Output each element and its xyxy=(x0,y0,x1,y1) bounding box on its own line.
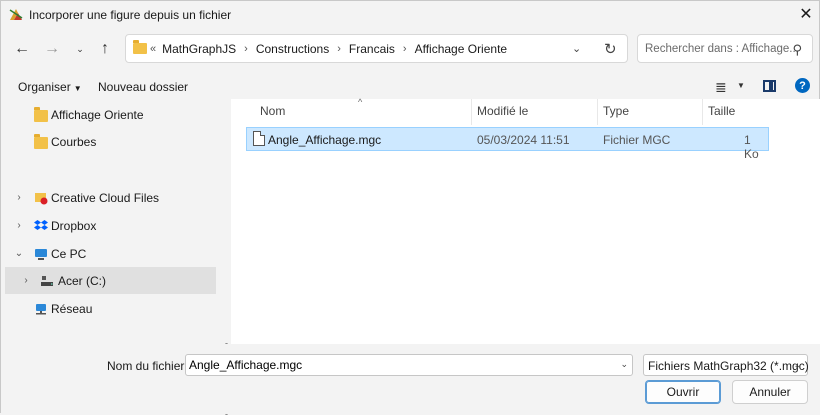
address-bar[interactable]: « MathGraphJS › Constructions › Francais… xyxy=(125,34,628,63)
close-icon: ✕ xyxy=(799,6,813,23)
breadcrumb: « MathGraphJS › Constructions › Francais… xyxy=(150,42,507,56)
file-type-value: Fichiers MathGraph32 (*.mgc) xyxy=(648,359,809,373)
chevron-down-icon[interactable]: ⌄ xyxy=(572,42,581,55)
file-size: 1 Ko xyxy=(744,133,759,161)
sidebar-item-affichage-oriente[interactable]: Affichage Oriente xyxy=(5,101,216,128)
open-label: Ouvrir xyxy=(666,385,700,399)
chevron-right-icon[interactable]: › xyxy=(403,43,407,55)
chevron-down-icon: ⌄ xyxy=(793,360,801,370)
forward-button[interactable]: → xyxy=(41,39,63,59)
sidebar-item-ce-pc[interactable]: ⌄ Ce PC xyxy=(5,240,216,267)
filename-input[interactable] xyxy=(189,357,609,373)
chevron-right-icon[interactable]: › xyxy=(13,220,25,231)
network-icon xyxy=(34,302,48,316)
refresh-icon[interactable]: ↻ xyxy=(604,40,617,58)
file-list: ^ Nom Modifié le Type Taille Angle_Affic… xyxy=(231,97,820,344)
dropbox-icon xyxy=(34,219,48,233)
breadcrumb-item[interactable]: Francais xyxy=(349,42,395,56)
chevron-down-icon: ⌄ xyxy=(76,43,84,54)
open-button[interactable]: Ouvrir xyxy=(645,380,721,404)
folder-icon xyxy=(34,107,48,122)
column-header-size[interactable]: Taille xyxy=(708,104,735,118)
navigation-pane: Affichage Oriente Courbes › Creative Clo… xyxy=(5,101,229,415)
file-icon xyxy=(253,131,265,146)
sidebar-item-label: Dropbox xyxy=(51,218,97,233)
pc-icon xyxy=(34,247,48,261)
sidebar-item-label: Réseau xyxy=(51,301,93,316)
window-title: Incorporer une figure depuis un fichier xyxy=(29,8,232,22)
dialog-footer: Nom du fichier : ⌄ Fichiers MathGraph32 … xyxy=(1,344,820,414)
drive-icon xyxy=(40,274,54,288)
breadcrumb-item[interactable]: Affichage Oriente xyxy=(415,42,508,56)
title-bar: Incorporer une figure depuis un fichier … xyxy=(1,1,820,29)
chevron-down-icon[interactable]: ⌄ xyxy=(13,248,25,259)
search-box[interactable]: Rechercher dans : Affichage... ⚲ xyxy=(637,34,813,63)
cancel-button[interactable]: Annuler xyxy=(732,380,808,404)
file-type: Fichier MGC xyxy=(603,133,671,147)
column-divider[interactable] xyxy=(471,99,472,125)
breadcrumb-item[interactable]: Constructions xyxy=(256,42,329,56)
arrow-right-icon: → xyxy=(44,40,60,57)
chevron-right-icon[interactable]: › xyxy=(20,275,32,286)
chevron-right-icon[interactable]: › xyxy=(244,43,248,55)
column-divider[interactable] xyxy=(702,99,703,125)
sidebar-item-courbes[interactable]: Courbes xyxy=(5,128,216,155)
sidebar-item-label: Courbes xyxy=(51,134,97,149)
organize-button[interactable]: Organiser ▼ xyxy=(18,80,82,94)
organize-label: Organiser xyxy=(18,80,71,94)
close-button[interactable]: ✕ xyxy=(791,1,820,27)
filename-field[interactable]: ⌄ xyxy=(185,354,633,376)
breadcrumb-item[interactable]: MathGraphJS xyxy=(162,42,236,56)
up-button[interactable]: ↑ xyxy=(94,39,116,59)
app-icon xyxy=(9,9,23,20)
sidebar-item-acer-c[interactable]: › Acer (C:) xyxy=(5,267,216,294)
search-icon: ⚲ xyxy=(792,42,802,57)
new-folder-button[interactable]: Nouveau dossier xyxy=(98,80,188,94)
caret-down-icon[interactable]: ▼ xyxy=(737,81,745,90)
breadcrumb-overflow[interactable]: « xyxy=(150,43,156,55)
chevron-right-icon[interactable]: › xyxy=(13,192,25,203)
caret-down-icon: ▼ xyxy=(73,84,82,93)
back-button[interactable]: ← xyxy=(11,39,33,59)
sidebar-item-creative-cloud[interactable]: › Creative Cloud Files xyxy=(5,184,216,211)
sidebar-item-dropbox[interactable]: › Dropbox xyxy=(5,212,216,239)
sidebar-item-label: Creative Cloud Files xyxy=(51,190,160,205)
cancel-label: Annuler xyxy=(749,385,791,399)
sort-ascending-icon: ^ xyxy=(358,97,363,107)
column-header-name[interactable]: Nom xyxy=(260,104,285,118)
column-divider[interactable] xyxy=(597,99,598,125)
folder-icon xyxy=(34,134,48,149)
file-name: Angle_Affichage.mgc xyxy=(268,133,382,147)
arrow-left-icon: ← xyxy=(14,40,30,57)
file-modified: 05/03/2024 11:51 xyxy=(477,133,570,147)
sidebar-item-reseau[interactable]: Réseau xyxy=(5,295,216,322)
creative-cloud-icon xyxy=(34,191,48,205)
new-folder-label: Nouveau dossier xyxy=(98,80,189,94)
sidebar-item-label: Affichage Oriente xyxy=(51,107,144,122)
chevron-down-icon[interactable]: ⌄ xyxy=(620,359,628,370)
arrow-up-icon: ↑ xyxy=(101,40,109,57)
search-input[interactable]: Rechercher dans : Affichage... xyxy=(645,43,799,55)
help-icon[interactable]: ? xyxy=(795,78,810,93)
recent-dropdown-button[interactable]: ⌄ xyxy=(69,39,91,59)
view-list-icon[interactable]: ≣ xyxy=(715,79,727,96)
folder-icon xyxy=(133,40,147,54)
sidebar-item-label: Ce PC xyxy=(51,246,87,261)
filename-label: Nom du fichier : xyxy=(107,359,192,373)
table-row[interactable]: Angle_Affichage.mgc 05/03/2024 11:51 Fic… xyxy=(246,127,769,161)
column-header-modified[interactable]: Modifié le xyxy=(477,104,528,118)
preview-pane-icon[interactable] xyxy=(763,80,776,92)
file-type-select[interactable]: Fichiers MathGraph32 (*.mgc) ⌄ xyxy=(643,354,809,376)
file-open-dialog: Incorporer une figure depuis un fichier … xyxy=(0,0,820,415)
sidebar-item-label: Acer (C:) xyxy=(58,273,106,288)
column-header-type[interactable]: Type xyxy=(603,104,629,118)
chevron-right-icon[interactable]: › xyxy=(337,43,341,55)
